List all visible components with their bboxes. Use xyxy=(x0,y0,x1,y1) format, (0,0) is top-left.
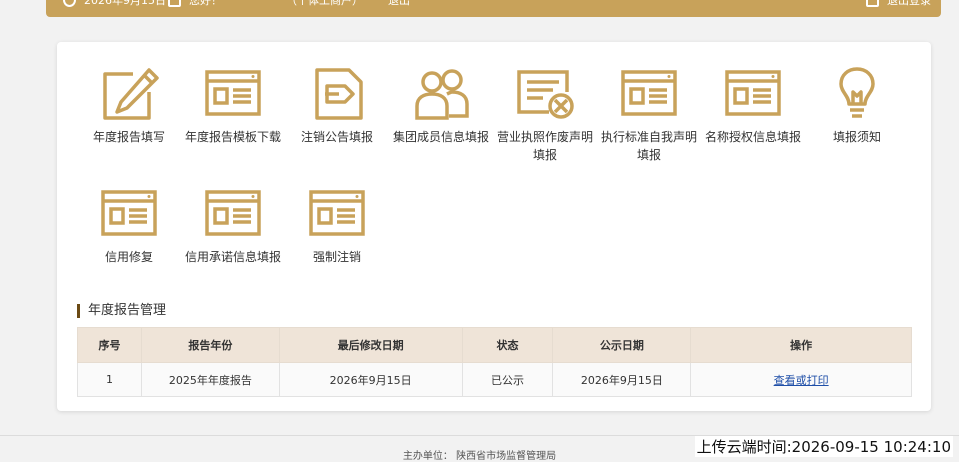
tile-name-authorization[interactable]: 名称授权信息填报 xyxy=(701,66,805,146)
section-title: 年度报告管理 xyxy=(77,304,166,318)
clock-icon xyxy=(63,0,76,7)
tile-label: 执行标准自我声明填报 xyxy=(601,130,698,162)
top-bar: 2026年9月15日 您好！ （个体工商户） 退出 退出登录 xyxy=(46,0,941,17)
current-date: 2026年9月15日 xyxy=(84,0,166,7)
cell-last-modified: 2026年9月15日 xyxy=(278,362,463,397)
tile-forced-cancel[interactable]: 强制注销 xyxy=(285,186,389,266)
form-icon xyxy=(101,190,157,236)
edit-icon xyxy=(103,68,159,120)
cell-report-year: 2025年年度报告 xyxy=(140,362,280,397)
license-void-icon xyxy=(517,70,574,119)
tile-annual-report-fill[interactable]: 年度报告填写 xyxy=(77,66,181,146)
annual-report-table: 序号 报告年份 最后修改日期 状态 公示日期 操作 1 2025年年度报告 20… xyxy=(77,327,912,397)
col-index: 序号 xyxy=(77,327,142,363)
tile-credit-repair[interactable]: 信用修复 xyxy=(77,186,181,266)
tile-label: 年度报告填写 xyxy=(92,130,165,144)
tile-template-download[interactable]: 年度报告模板下载 xyxy=(181,66,285,146)
tile-standard-declaration[interactable]: 执行标准自我声明填报 xyxy=(597,66,701,164)
table-header-row: 序号 报告年份 最后修改日期 状态 公示日期 操作 xyxy=(77,327,912,363)
tile-label: 填报须知 xyxy=(832,130,881,144)
cell-actions: 查看或打印 xyxy=(690,362,912,397)
logout-icon[interactable] xyxy=(866,0,879,7)
form-icon xyxy=(205,190,261,236)
tile-label: 年度报告模板下载 xyxy=(185,130,282,144)
table-row: 1 2025年年度报告 2026年9月15日 已公示 2026年9月15日 查看… xyxy=(77,362,912,397)
form-icon xyxy=(621,70,677,116)
tile-label: 名称授权信息填报 xyxy=(705,130,802,144)
tile-credit-commitment[interactable]: 信用承诺信息填报 xyxy=(181,186,285,266)
cell-publish-date: 2026年9月15日 xyxy=(552,362,692,397)
users-icon xyxy=(415,69,469,120)
user-icon xyxy=(168,0,181,7)
view-print-link[interactable]: 查看或打印 xyxy=(774,374,829,387)
user-type: （个体工商户） xyxy=(286,0,363,7)
tile-label: 强制注销 xyxy=(312,250,361,264)
greeting: 您好！ xyxy=(189,0,222,7)
cell-index: 1 xyxy=(77,362,142,397)
main-card: 年度报告填写 年度报告模板下载 注销公告填报 集团成员信息填报 营业执照作废声明… xyxy=(57,42,931,411)
tile-label: 信用承诺信息填报 xyxy=(185,250,282,264)
upload-time: 上传云端时间:2026-09-15 10:24:10 xyxy=(694,436,953,457)
col-status: 状态 xyxy=(461,327,554,363)
form-icon xyxy=(309,190,365,236)
cancel-notice-icon xyxy=(315,68,363,120)
tile-group-members[interactable]: 集团成员信息填报 xyxy=(389,66,493,146)
tile-label: 集团成员信息填报 xyxy=(393,130,490,144)
tile-label: 注销公告填报 xyxy=(300,130,373,144)
tile-label: 信用修复 xyxy=(104,250,153,264)
logout-link[interactable]: 退出登录 xyxy=(887,0,931,8)
tile-license-void[interactable]: 营业执照作废声明填报 xyxy=(493,66,597,164)
col-last-modified: 最后修改日期 xyxy=(278,327,463,363)
tile-cancel-notice[interactable]: 注销公告填报 xyxy=(285,66,389,146)
form-icon xyxy=(725,70,781,116)
cell-status: 已公示 xyxy=(461,362,554,397)
lightbulb-icon xyxy=(839,67,875,118)
form-icon xyxy=(205,70,261,116)
col-report-year: 报告年份 xyxy=(140,327,280,363)
tile-label: 营业执照作废声明填报 xyxy=(497,130,594,162)
col-publish-date: 公示日期 xyxy=(552,327,692,363)
tile-instructions[interactable]: 填报须知 xyxy=(805,66,909,146)
col-actions: 操作 xyxy=(690,327,912,363)
switch-link[interactable]: 退出 xyxy=(388,0,410,8)
